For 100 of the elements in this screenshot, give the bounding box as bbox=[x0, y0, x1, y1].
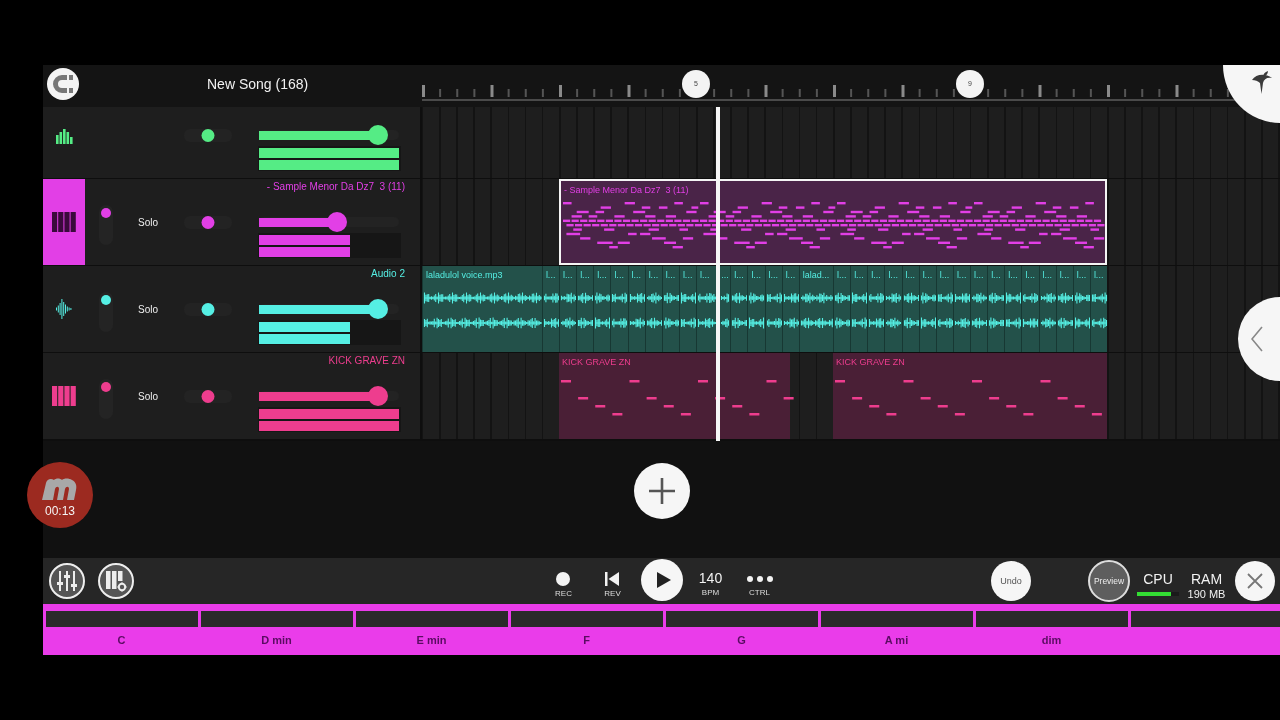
pan-knob[interactable] bbox=[201, 215, 214, 229]
clip-label: l... bbox=[905, 270, 915, 281]
chord-button[interactable]: A mi bbox=[884, 634, 909, 647]
track-lane[interactable]: - Sample Menor Da Dz7 3 (11) bbox=[422, 179, 1280, 266]
audio-clip[interactable]: l... bbox=[987, 266, 1005, 352]
recorder-bubble[interactable]: 00:13 bbox=[27, 462, 93, 528]
clip-label: l... bbox=[682, 270, 693, 281]
volume-slider[interactable] bbox=[259, 299, 399, 319]
audio-clip[interactable]: ... bbox=[720, 266, 731, 352]
pan-slider[interactable] bbox=[183, 302, 232, 316]
audio-clip[interactable]: l... bbox=[747, 266, 765, 352]
audio-clip[interactable]: lalad... bbox=[798, 266, 833, 352]
undo-button[interactable]: Undo bbox=[991, 561, 1031, 601]
clip-label: ... bbox=[721, 270, 729, 281]
audio-clip[interactable]: l... bbox=[610, 266, 628, 352]
magnet-icon bbox=[52, 73, 74, 95]
mixer-button[interactable] bbox=[49, 563, 85, 599]
pan-slider[interactable] bbox=[183, 215, 232, 229]
chord-button[interactable]: C bbox=[117, 634, 126, 647]
volume-knob[interactable] bbox=[327, 212, 348, 232]
audio-clip[interactable]: l... bbox=[576, 266, 594, 352]
drum-clip[interactable]: KICK GRAVE ZN bbox=[833, 353, 1107, 439]
chevron-left-icon bbox=[1251, 326, 1263, 352]
clip-label: l... bbox=[974, 270, 984, 281]
mute-switch[interactable] bbox=[99, 292, 113, 332]
bars-icon bbox=[55, 127, 73, 144]
audio-clip[interactable]: l... bbox=[1004, 266, 1022, 352]
magnet-button[interactable] bbox=[47, 68, 79, 100]
clip-label: l... bbox=[1076, 270, 1087, 281]
track-name: KICK GRAVE ZN bbox=[327, 354, 406, 367]
clip-label: l... bbox=[665, 270, 676, 281]
clip-label: l... bbox=[1093, 270, 1104, 281]
pan-slider[interactable] bbox=[183, 128, 232, 142]
clip-label: l... bbox=[734, 270, 744, 281]
pattern-clip[interactable]: - Sample Menor Da Dz7 3 (11) bbox=[559, 179, 1107, 265]
mute-switch[interactable] bbox=[99, 205, 113, 245]
track-name: Audio 2 bbox=[370, 267, 406, 280]
clip-label: laladulol voice.mp3 bbox=[426, 270, 503, 281]
close-button[interactable] bbox=[1235, 561, 1275, 601]
pan-knob[interactable] bbox=[201, 128, 214, 142]
clip-label: l... bbox=[1059, 270, 1070, 281]
controls-button[interactable]: CTRL bbox=[746, 558, 773, 604]
rewind-button[interactable]: REV bbox=[604, 558, 621, 604]
clip-label: l... bbox=[837, 270, 847, 281]
clip-label: l... bbox=[648, 270, 659, 281]
clip-label: l... bbox=[956, 270, 967, 281]
pan-slider[interactable] bbox=[183, 389, 232, 403]
chord-button[interactable]: dim bbox=[1041, 634, 1062, 647]
play-button[interactable] bbox=[640, 559, 683, 601]
solo-button[interactable]: Solo bbox=[138, 387, 158, 407]
audio-clip[interactable]: l... bbox=[867, 266, 885, 352]
audio-clip[interactable]: l... bbox=[884, 266, 902, 352]
preview-button[interactable]: Preview bbox=[1088, 560, 1130, 602]
audio-clip[interactable]: l... bbox=[1021, 266, 1039, 352]
piano-settings-button[interactable] bbox=[98, 563, 134, 599]
clip-label: l... bbox=[545, 270, 556, 281]
pan-knob[interactable] bbox=[201, 302, 214, 316]
playhead[interactable] bbox=[716, 107, 721, 441]
audio-clip[interactable]: l... bbox=[970, 266, 988, 352]
solo-button[interactable]: Solo bbox=[138, 300, 158, 320]
audio-clip[interactable]: l... bbox=[559, 266, 577, 352]
audio-clip[interactable]: laladulol voice.mp3 bbox=[422, 266, 542, 352]
clip-label: l... bbox=[785, 270, 796, 281]
mute-switch[interactable] bbox=[99, 379, 113, 419]
audio-clip[interactable]: l... bbox=[850, 266, 868, 352]
skip-back-icon bbox=[605, 572, 620, 586]
track-lane[interactable]: laladulol voice.mp3 l... l... l... l... l... l... l... l... l... l... ... l... l... l... l... lalad... l... l... l... l... l... l... l... l... l... l... l... l... l... l... l... l... bbox=[422, 266, 1280, 353]
audio-clip[interactable]: l... bbox=[593, 266, 611, 352]
volume-slider[interactable] bbox=[259, 386, 399, 406]
chord-button[interactable]: D min bbox=[261, 634, 292, 647]
clip-label: l... bbox=[888, 270, 898, 281]
chord-button[interactable]: G bbox=[737, 634, 746, 647]
audio-clip[interactable]: l... bbox=[730, 266, 748, 352]
chord-button[interactable]: E min bbox=[416, 634, 447, 647]
clip-label: lalad... bbox=[802, 270, 830, 281]
bird-icon bbox=[1251, 71, 1273, 95]
audio-clip[interactable]: l... bbox=[833, 266, 851, 352]
clip-label: l... bbox=[991, 270, 1001, 281]
clip-label: l... bbox=[563, 270, 573, 281]
clip-label: KICK GRAVE ZN bbox=[836, 357, 905, 368]
clip-label: l... bbox=[700, 270, 710, 281]
track-lane[interactable]: KICK GRAVE ZN KICK GRAVE ZN bbox=[422, 353, 1280, 440]
solo-button[interactable]: Solo bbox=[138, 213, 158, 233]
volume-slider[interactable] bbox=[259, 212, 399, 232]
track-lane[interactable] bbox=[422, 107, 1280, 179]
close-icon bbox=[1247, 573, 1263, 589]
tempo-button[interactable]: 140 BPM bbox=[698, 558, 723, 604]
volume-knob[interactable] bbox=[368, 125, 388, 145]
instrument-button[interactable] bbox=[43, 179, 85, 265]
clip-label: l... bbox=[854, 270, 864, 281]
ram-value: 190 MB bbox=[1187, 588, 1226, 600]
volume-slider[interactable] bbox=[259, 125, 399, 145]
audio-clip[interactable]: l... bbox=[696, 266, 717, 352]
piano-gear-icon bbox=[105, 570, 127, 592]
volume-knob[interactable] bbox=[368, 299, 388, 319]
record-button[interactable]: REC bbox=[555, 558, 572, 604]
track-name: - Sample Menor Da Dz7 3 (11) bbox=[265, 180, 406, 193]
chord-button[interactable]: F bbox=[583, 634, 590, 647]
drum-clip[interactable]: KICK GRAVE ZN bbox=[559, 353, 791, 439]
play-icon bbox=[656, 572, 671, 588]
